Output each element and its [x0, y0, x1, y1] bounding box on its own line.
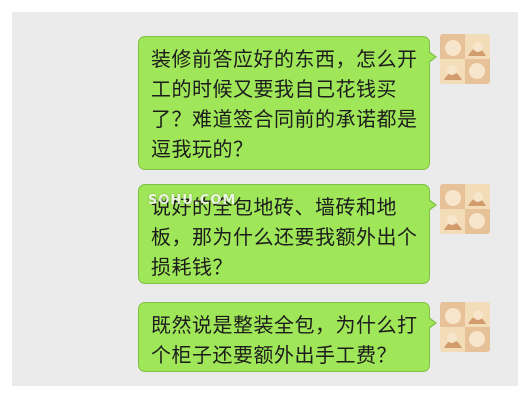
- watermark: SOHU.COM: [148, 193, 237, 208]
- message-text: 既然说是整装全包，为什么打个柜子还要额外出手工费？: [151, 313, 418, 367]
- avatar[interactable]: [440, 184, 490, 234]
- message-bubble[interactable]: 装修前答应好的东西，怎么开工的时候又要我自己花钱买了？难道签合同前的承诺都是逗我…: [138, 36, 437, 170]
- chat-area: 装修前答应好的东西，怎么开工的时候又要我自己花钱买了？难道签合同前的承诺都是逗我…: [12, 12, 518, 386]
- avatar[interactable]: [440, 302, 490, 352]
- avatar-photo-icon: [440, 34, 490, 84]
- message-text: 装修前答应好的东西，怎么开工的时候又要我自己花钱买了？难道签合同前的承诺都是逗我…: [151, 47, 418, 161]
- avatar-photo-icon: [440, 184, 490, 234]
- message-bubble[interactable]: 既然说是整装全包，为什么打个柜子还要额外出手工费？: [138, 302, 437, 372]
- avatar[interactable]: [440, 34, 490, 84]
- avatar-photo-icon: [440, 302, 490, 352]
